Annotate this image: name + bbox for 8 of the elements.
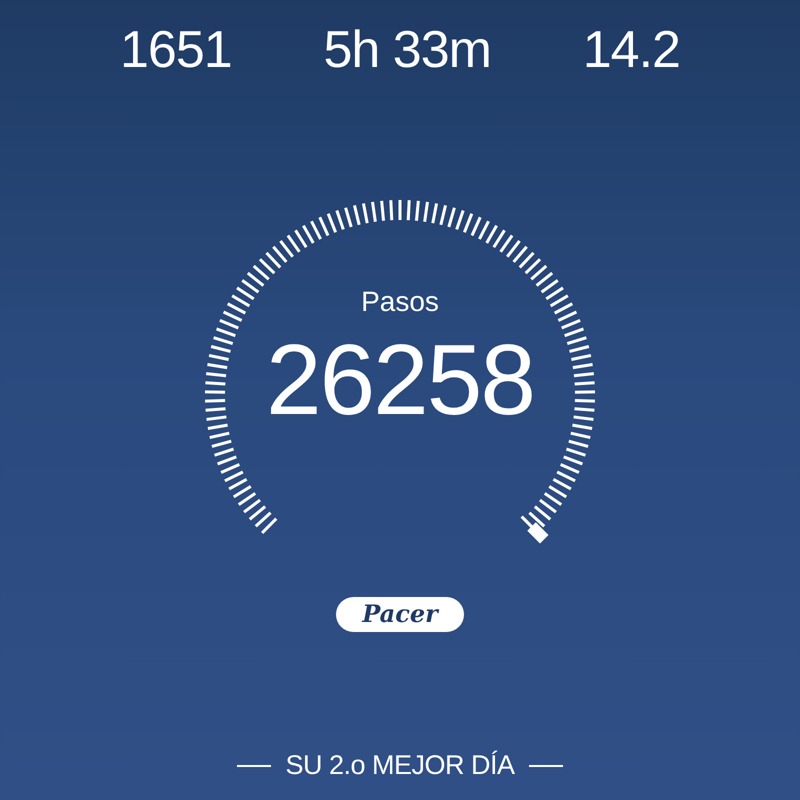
stat-value: 5h 33m bbox=[324, 20, 491, 80]
steps-value: 26258 bbox=[266, 325, 534, 435]
steps-label: Pasos bbox=[361, 285, 439, 319]
best-day-text: SU 2.o MEJOR DÍA bbox=[285, 750, 515, 781]
stat-value: 1651 bbox=[120, 20, 232, 80]
stat-value: 14.2 bbox=[582, 20, 680, 80]
brand-logo: Pacer bbox=[336, 597, 464, 632]
gauge-marker bbox=[520, 516, 548, 544]
